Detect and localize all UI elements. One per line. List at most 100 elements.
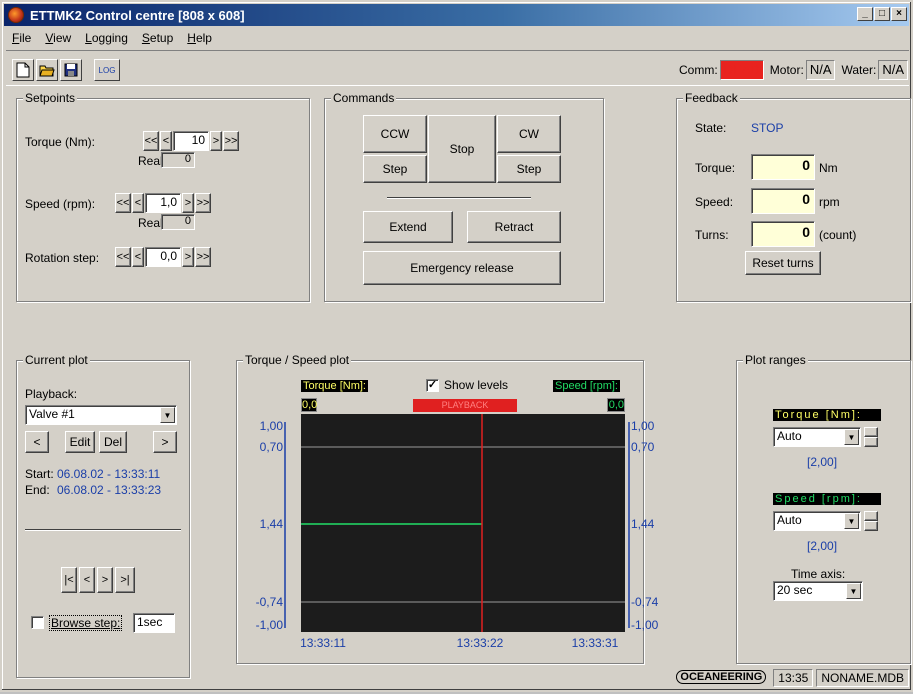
feedback-speed-label: Speed: <box>695 195 734 209</box>
browse-step-checkbox[interactable] <box>31 616 44 629</box>
speed-range-value: [2,00] <box>807 539 838 553</box>
speed-range-mode: Auto <box>777 513 802 527</box>
ccw-step-button[interactable]: Step <box>363 155 427 183</box>
setpoints-group: Setpoints Torque (Nm): << < 10 > >> Real… <box>16 91 310 302</box>
feedback-turns-label: Turns: <box>695 228 729 242</box>
rotation-step-input[interactable]: 0,0 <box>145 247 181 267</box>
chevron-down-icon[interactable]: ▼ <box>160 407 175 423</box>
chevron-down-icon[interactable]: ▼ <box>846 583 861 599</box>
menu-logging[interactable]: Logging <box>83 31 130 45</box>
plot-area <box>301 414 625 632</box>
playback-next-button[interactable]: > <box>153 431 177 453</box>
status-filename: NONAME.MDB <box>816 669 909 687</box>
extend-button[interactable]: Extend <box>363 211 453 243</box>
speed-range-down-button[interactable] <box>864 521 878 531</box>
ccw-button[interactable]: CCW <box>363 115 427 153</box>
oceaneering-logo: OCEANEERING <box>672 669 770 687</box>
title-bar[interactable]: ETTMK2 Control centre [808 x 608] _ □ × <box>4 4 909 26</box>
torque-range-down-button[interactable] <box>864 437 878 447</box>
chevron-down-icon[interactable]: ▼ <box>844 513 859 529</box>
new-document-icon <box>16 62 30 78</box>
speed-fast-decrease-button[interactable]: << <box>115 193 131 213</box>
toolbar: LOG Comm: DEAD Motor: N/A Water: N/A <box>6 50 909 86</box>
retract-button[interactable]: Retract <box>467 211 561 243</box>
menu-file[interactable]: File <box>10 31 33 45</box>
water-status-value: N/A <box>878 60 909 80</box>
cw-button[interactable]: CW <box>497 115 561 153</box>
rotation-increase-button[interactable]: > <box>182 247 194 267</box>
show-levels-checkbox[interactable]: ✓ <box>426 379 439 392</box>
nav-prev-button[interactable]: < <box>79 567 95 593</box>
motor-status-value: N/A <box>805 60 836 80</box>
torque-range-select[interactable]: Auto ▼ <box>773 427 861 447</box>
floppy-save-icon <box>64 63 78 77</box>
browse-step-input[interactable]: 1sec <box>133 613 175 633</box>
reset-turns-button[interactable]: Reset turns <box>745 251 821 275</box>
feedback-turns-unit: (count) <box>819 228 857 242</box>
comm-status-value: DEAD <box>719 60 764 80</box>
chevron-down-icon[interactable]: ▼ <box>844 429 859 445</box>
log-button[interactable]: LOG <box>94 59 120 81</box>
current-plot-group: Current plot Playback: Valve #1 ▼ < Edit… <box>16 353 190 678</box>
speed-range-up-button[interactable] <box>864 511 878 521</box>
plot-ranges-group: Plot ranges Torque [Nm]: Auto ▼ [2,00] S… <box>736 353 911 664</box>
current-plot-divider <box>25 529 181 531</box>
menu-view[interactable]: View <box>43 31 73 45</box>
speed-fast-increase-button[interactable]: >> <box>195 193 211 213</box>
torque-decrease-button[interactable]: < <box>160 131 172 151</box>
restore-button[interactable]: □ <box>874 7 890 21</box>
rotation-decrease-button[interactable]: < <box>132 247 144 267</box>
nav-last-button[interactable]: >| <box>115 567 135 593</box>
torque-speed-plot-title: Torque / Speed plot <box>243 353 352 367</box>
nav-first-button[interactable]: |< <box>61 567 77 593</box>
commands-divider <box>387 197 531 199</box>
current-plot-title: Current plot <box>23 353 90 367</box>
playback-select[interactable]: Valve #1 ▼ <box>25 405 177 425</box>
torque-header: Torque [Nm]: <box>301 380 368 392</box>
menu-bar: File View Logging Setup Help <box>6 28 214 48</box>
menu-help[interactable]: Help <box>185 31 214 45</box>
rotation-step-label: Rotation step: <box>25 251 100 265</box>
torque-readout: 0,0 <box>301 398 318 412</box>
playback-delete-button[interactable]: Del <box>99 431 127 453</box>
speed-setpoint-input[interactable]: 1,0 <box>145 193 181 213</box>
plot-canvas <box>301 414 625 632</box>
torque-fast-decrease-button[interactable]: << <box>143 131 159 151</box>
time-axis-value: 20 sec <box>777 583 813 597</box>
playback-prev-button[interactable]: < <box>25 431 49 453</box>
speed-increase-button[interactable]: > <box>182 193 194 213</box>
nav-next-button[interactable]: > <box>97 567 113 593</box>
feedback-speed-unit: rpm <box>819 195 840 209</box>
speed-real-value: 0 <box>161 214 195 230</box>
torque-setpoint-input[interactable]: 10 <box>173 131 209 151</box>
show-levels-label: Show levels <box>444 378 509 392</box>
close-button[interactable]: × <box>891 7 907 21</box>
torque-increase-button[interactable]: > <box>210 131 222 151</box>
playback-edit-button[interactable]: Edit <box>65 431 95 453</box>
window-title: ETTMK2 Control centre [808 x 608] <box>30 7 245 23</box>
speed-decrease-button[interactable]: < <box>132 193 144 213</box>
torque-range-mode: Auto <box>777 429 802 443</box>
water-label: Water: <box>841 63 877 77</box>
commands-group: Commands CCW Stop CW Step Step Extend Re… <box>324 91 604 302</box>
feedback-torque-label: Torque: <box>695 161 736 175</box>
torque-range-value: [2,00] <box>807 455 838 469</box>
start-value: 06.08.02 - 13:33:11 <box>57 467 161 481</box>
minimize-button[interactable]: _ <box>857 7 873 21</box>
cw-step-button[interactable]: Step <box>497 155 561 183</box>
open-file-button[interactable] <box>36 59 58 81</box>
feedback-torque-value: 0 <box>751 154 815 180</box>
torque-range-up-button[interactable] <box>864 427 878 437</box>
stop-button[interactable]: Stop <box>428 115 496 183</box>
start-label: Start: <box>25 467 54 481</box>
emergency-release-button[interactable]: Emergency release <box>363 251 561 285</box>
save-file-button[interactable] <box>60 59 82 81</box>
time-axis-label: Time axis: <box>791 567 846 581</box>
rotation-fast-decrease-button[interactable]: << <box>115 247 131 267</box>
speed-range-select[interactable]: Auto ▼ <box>773 511 861 531</box>
new-file-button[interactable] <box>12 59 34 81</box>
torque-fast-increase-button[interactable]: >> <box>223 131 239 151</box>
menu-setup[interactable]: Setup <box>140 31 175 45</box>
time-axis-select[interactable]: 20 sec ▼ <box>773 581 863 601</box>
rotation-fast-increase-button[interactable]: >> <box>195 247 211 267</box>
